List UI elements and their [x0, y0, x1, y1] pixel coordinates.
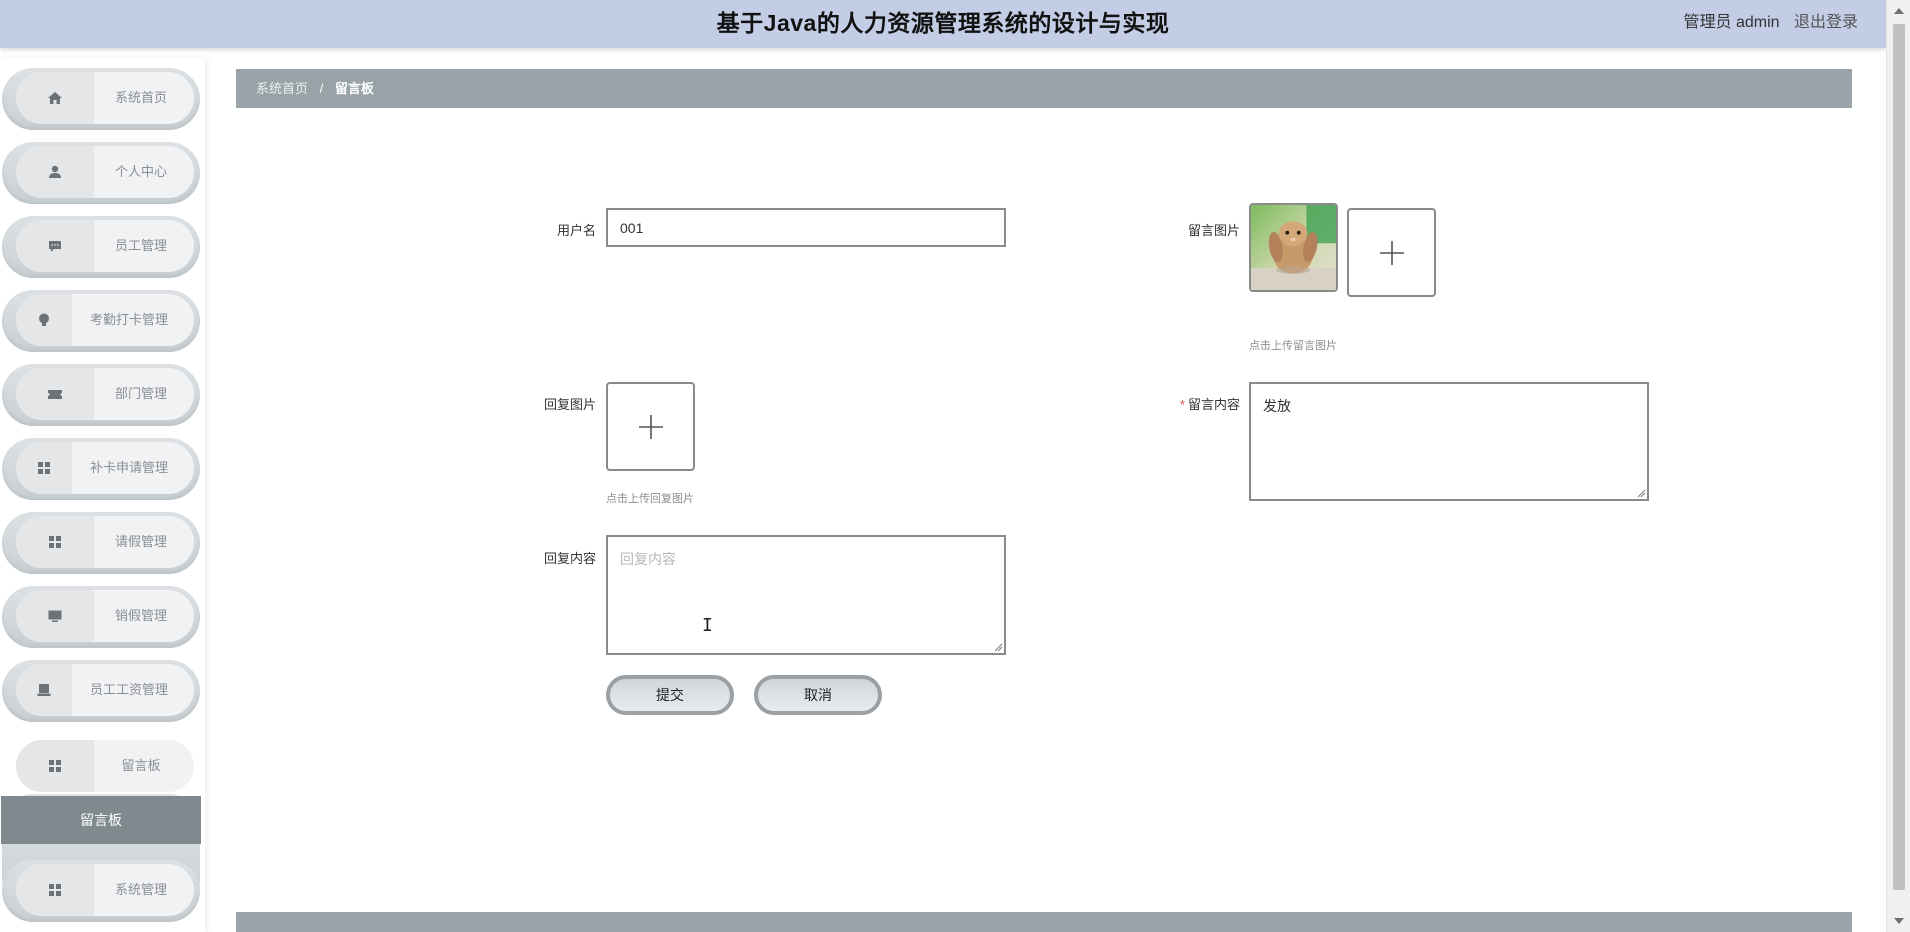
message-image-label: 留言图片	[1187, 223, 1240, 238]
bulb-icon	[16, 294, 72, 346]
breadcrumb-separator: /	[319, 81, 324, 96]
app-title: 基于Java的人力资源管理系统的设计与实现	[716, 10, 1170, 36]
sidebar-item-departments[interactable]: 部门管理	[2, 364, 200, 426]
message-content-label-text: 留言内容	[1187, 397, 1240, 412]
resize-grip-icon[interactable]	[993, 642, 1003, 652]
user-area: 管理员 admin 退出登录	[1684, 8, 1859, 32]
sidebar-item-reclock[interactable]: 补卡申请管理	[2, 438, 200, 500]
username-input[interactable]	[606, 208, 1006, 247]
breadcrumb: 系统首页 / 留言板	[236, 69, 1852, 108]
message-content-label: * 留言内容	[1120, 394, 1240, 413]
chat-icon	[16, 220, 94, 272]
scroll-down-icon[interactable]	[1894, 918, 1904, 924]
top-header: 基于Java的人力资源管理系统的设计与实现 管理员 admin 退出登录	[0, 0, 1886, 48]
monitor-icon	[16, 590, 94, 642]
grid-icon	[16, 442, 72, 494]
resize-grip-icon[interactable]	[1636, 488, 1646, 498]
ticket-icon	[16, 368, 94, 420]
required-marker: *	[1179, 397, 1185, 412]
home-icon	[16, 72, 94, 124]
sidebar-item-label: 系统管理	[114, 882, 167, 897]
message-content-textarea[interactable]	[1249, 382, 1649, 501]
sidebar-subitem-message-board[interactable]: 留言板	[1, 796, 201, 844]
page-scrollbar[interactable]	[1886, 0, 1910, 932]
reply-image-label: 回复图片	[543, 397, 596, 412]
sidebar-item-label: 员工管理	[114, 238, 167, 253]
sidebar-item-label: 补卡申请管理	[89, 460, 168, 475]
breadcrumb-current: 留言板	[334, 81, 374, 96]
grid-icon	[16, 864, 94, 916]
sidebar-item-label: 销假管理	[114, 608, 167, 623]
plus-icon	[1379, 240, 1404, 265]
sidebar-item-employees[interactable]: 员工管理	[2, 216, 200, 278]
message-image-upload-button[interactable]	[1347, 208, 1436, 297]
cancel-button[interactable]: 取消	[754, 675, 882, 715]
sidebar-item-home[interactable]: 系统首页	[2, 68, 200, 130]
sidebar-item-leave-cancel[interactable]: 销假管理	[2, 586, 200, 648]
plus-icon	[638, 414, 663, 439]
sidebar-item-system[interactable]: 系统管理	[2, 860, 200, 922]
grid-icon	[16, 740, 94, 792]
sidebar-item-label: 部门管理	[114, 386, 167, 401]
reply-content-label: 回复内容	[543, 551, 596, 566]
printer-icon	[16, 664, 72, 716]
sidebar-item-label: 个人中心	[114, 164, 167, 179]
sidebar: 系统首页 个人中心 员工管理 考勤打卡管理 部门管理 补卡申请管理 请假管理 销…	[0, 58, 205, 932]
sidebar-item-leave[interactable]: 请假管理	[2, 512, 200, 574]
sidebar-item-label: 系统首页	[114, 90, 167, 105]
sidebar-item-attendance[interactable]: 考勤打卡管理	[2, 290, 200, 352]
breadcrumb-home-link[interactable]: 系统首页	[256, 81, 308, 96]
footer-bar	[236, 912, 1852, 932]
message-image-thumbnail[interactable]	[1249, 203, 1338, 292]
sidebar-item-label: 留言板	[121, 758, 161, 773]
scroll-up-icon[interactable]	[1894, 8, 1904, 14]
reply-content-textarea[interactable]	[606, 535, 1006, 655]
text-cursor-icon: I	[702, 615, 713, 636]
sidebar-item-salary[interactable]: 员工工资管理	[2, 660, 200, 722]
sidebar-item-profile[interactable]: 个人中心	[2, 142, 200, 204]
logout-link[interactable]: 退出登录	[1794, 14, 1858, 31]
scroll-thumb[interactable]	[1893, 24, 1905, 890]
sidebar-item-label: 考勤打卡管理	[89, 312, 168, 327]
submit-button[interactable]: 提交	[606, 675, 734, 715]
message-image-hint: 点击上传留言图片	[1249, 340, 1337, 352]
user-icon	[16, 146, 94, 198]
user-role-label: 管理员 admin	[1683, 14, 1780, 31]
sidebar-item-message-board[interactable]: 留言板	[2, 734, 200, 796]
reply-image-upload-button[interactable]	[606, 382, 695, 471]
username-label: 用户名	[556, 223, 596, 238]
grid-icon	[16, 516, 94, 568]
sidebar-item-label: 员工工资管理	[89, 682, 168, 697]
rabbit-photo-icon	[1251, 205, 1336, 290]
sidebar-item-label: 请假管理	[114, 534, 167, 549]
reply-image-hint: 点击上传回复图片	[606, 493, 694, 505]
